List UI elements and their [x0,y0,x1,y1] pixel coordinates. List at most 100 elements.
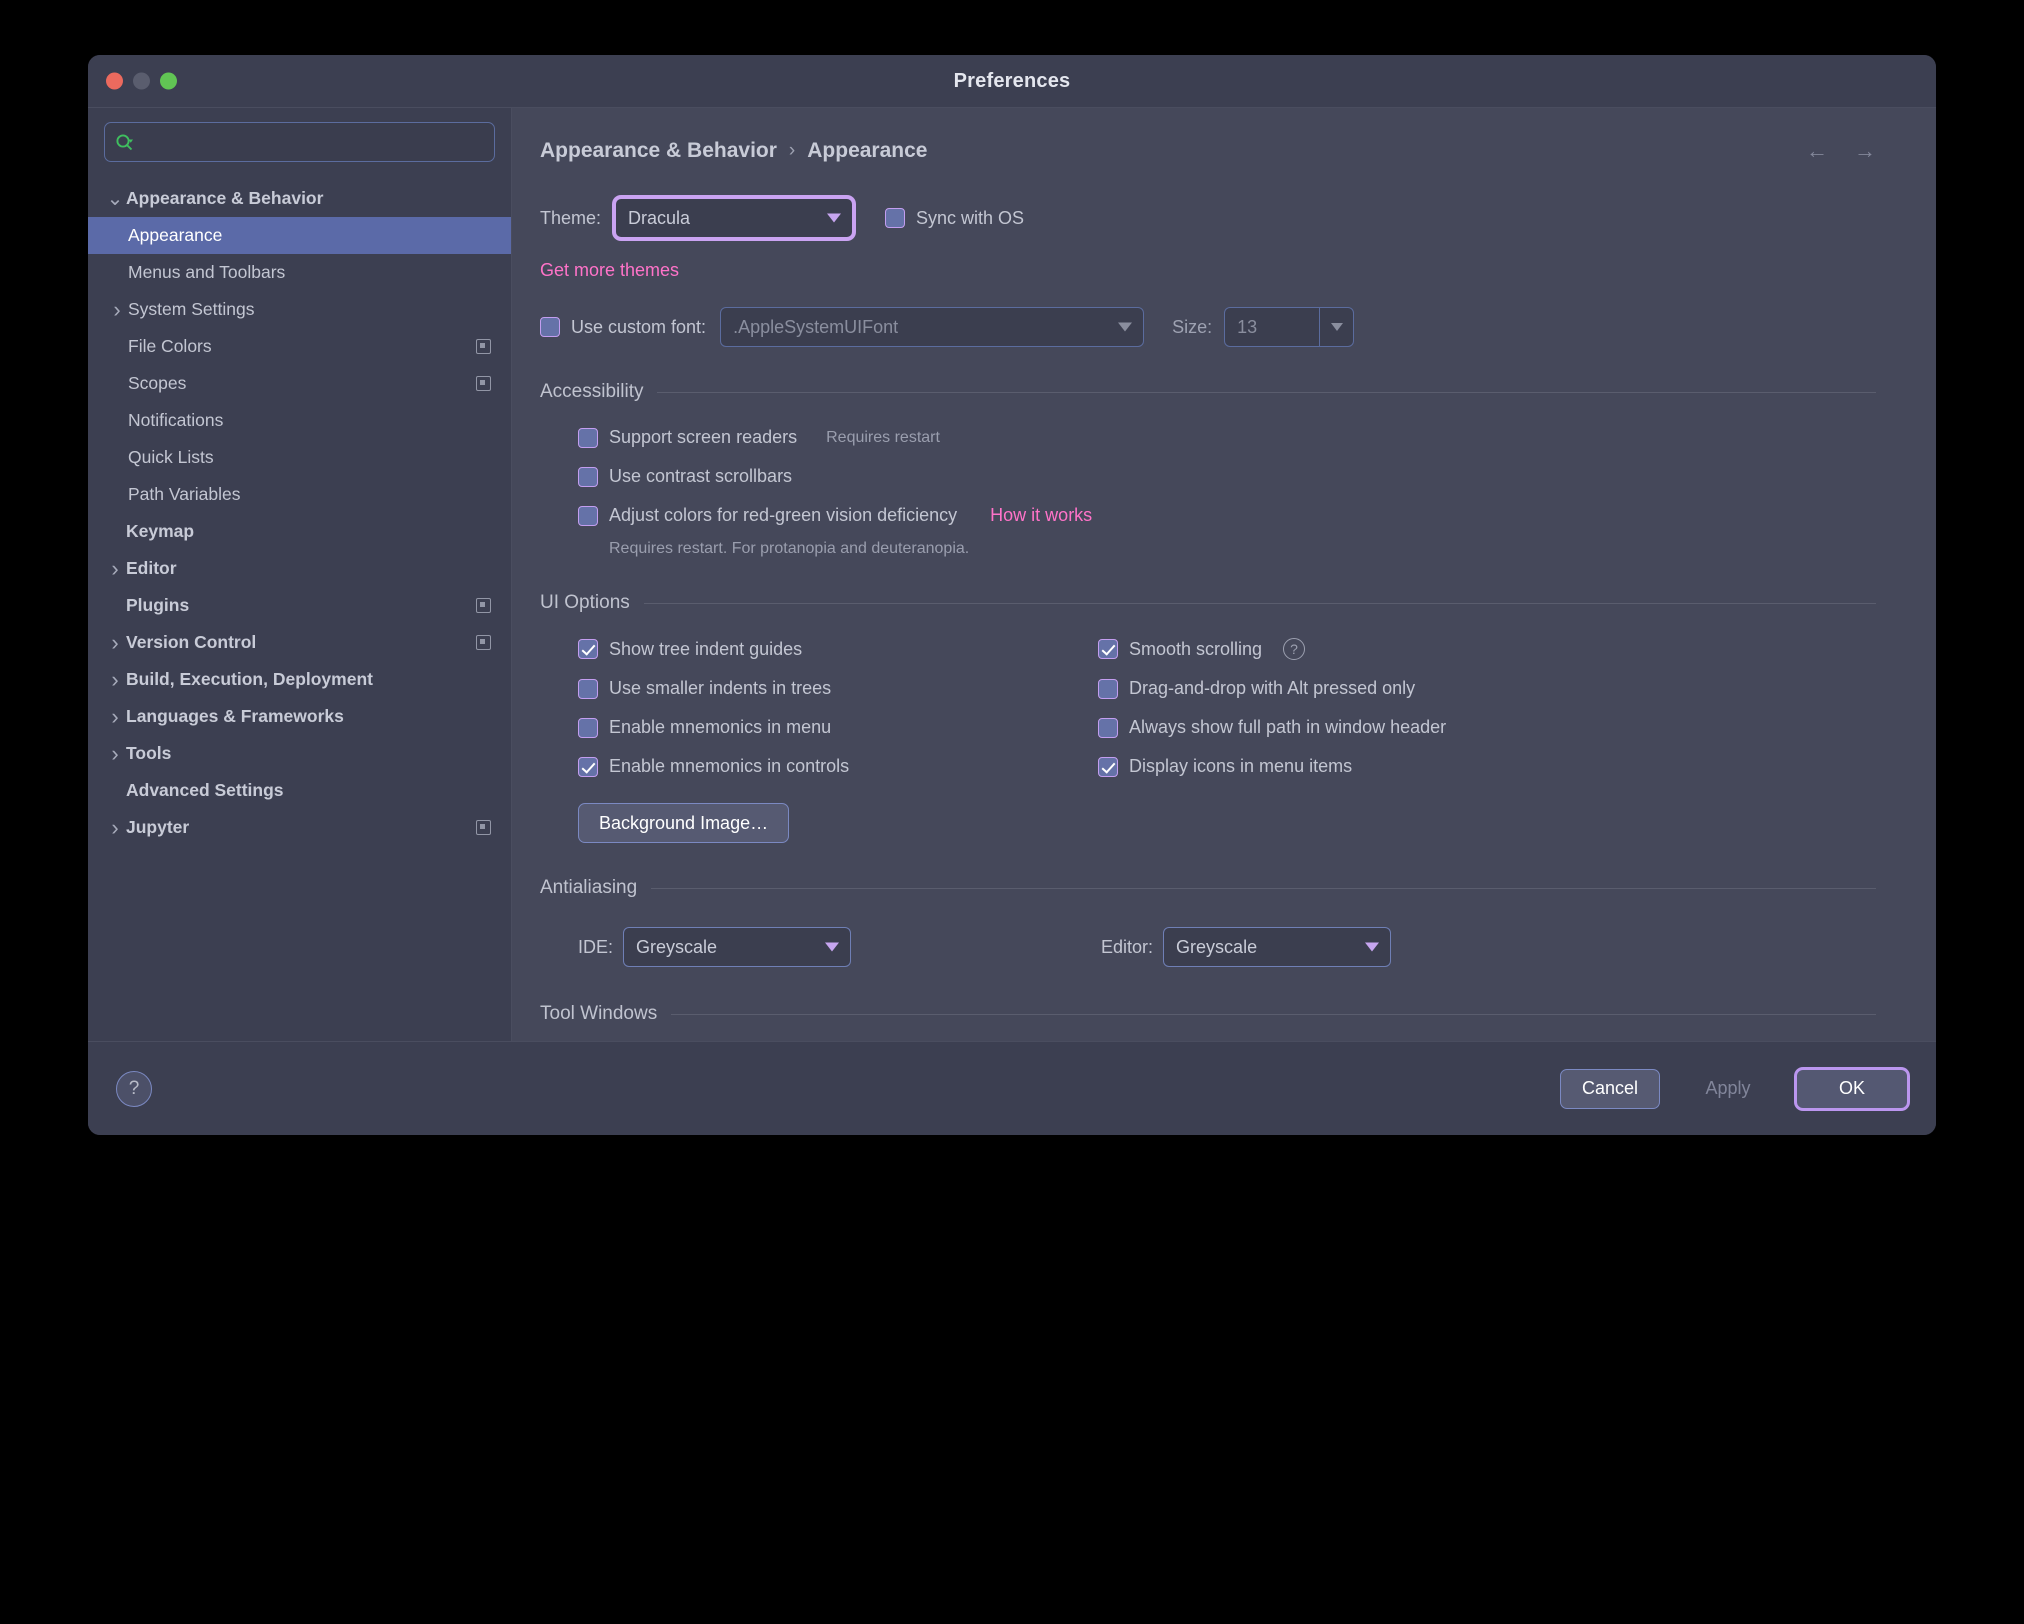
ui-option-checkbox[interactable] [578,679,598,699]
divider [657,392,1876,393]
get-more-themes-row: Get more themes [540,260,1876,281]
ui-option-checkbox[interactable] [1098,679,1118,699]
cancel-button[interactable]: Cancel [1560,1069,1660,1109]
footer-buttons: Cancel Apply OK [1560,1069,1908,1109]
ide-antialiasing-select[interactable]: Greyscale [623,927,851,967]
editor-antialiasing-group: Editor: Greyscale [1101,927,1391,967]
sidebar-item-build-execution-deployment[interactable]: ›Build, Execution, Deployment [88,661,511,698]
theme-select[interactable]: Dracula [615,198,853,238]
ui-option-checkbox[interactable] [578,718,598,738]
panel-badge-icon [476,598,491,613]
editor-antialiasing-select[interactable]: Greyscale [1163,927,1391,967]
help-question-icon[interactable]: ? [1283,638,1305,660]
title-bar: Preferences [88,55,1936,107]
window-title: Preferences [88,70,1936,93]
sidebar-item-file-colors[interactable]: File Colors [88,328,511,365]
breadcrumb-parent[interactable]: Appearance & Behavior [540,139,777,163]
ui-options-title: UI Options [540,592,630,614]
search-box[interactable] [104,122,495,162]
accessibility-checkbox[interactable] [578,506,598,526]
chevron-right-icon[interactable]: › [104,558,126,580]
font-size-value: 13 [1237,317,1257,338]
sidebar-item-label: Quick Lists [128,447,214,468]
sidebar-item-appearance-behavior[interactable]: ⌄Appearance & Behavior [88,180,511,217]
ui-option-row: Enable mnemonics in controls [578,756,1098,777]
sidebar-item-scopes[interactable]: Scopes [88,365,511,402]
ui-options-group-header: UI Options [540,592,1876,614]
sidebar-item-path-variables[interactable]: Path Variables [88,476,511,513]
sidebar-item-label: Keymap [126,521,194,542]
chevron-right-icon[interactable]: › [106,299,128,321]
minimize-button[interactable] [133,73,150,90]
sidebar-item-menus-and-toolbars[interactable]: Menus and Toolbars [88,254,511,291]
ui-option-checkbox[interactable] [578,639,598,659]
accessibility-checkbox[interactable] [578,428,598,448]
font-size-stepper[interactable] [1319,308,1353,346]
ui-option-label: Use smaller indents in trees [609,678,831,699]
sidebar-item-label: Appearance & Behavior [126,188,323,209]
ui-option-row: Enable mnemonics in menu [578,717,1098,738]
get-more-themes-link[interactable]: Get more themes [540,260,679,280]
forward-arrow-icon[interactable]: → [1854,140,1876,162]
use-custom-font-label: Use custom font: [571,317,706,338]
sidebar-item-advanced-settings[interactable]: Advanced Settings [88,772,511,809]
ui-option-row: Show tree indent guides [578,638,1098,660]
sidebar-item-label: Plugins [126,595,189,616]
sidebar-item-quick-lists[interactable]: Quick Lists [88,439,511,476]
ok-button[interactable]: OK [1796,1069,1908,1109]
ui-option-checkbox[interactable] [1098,639,1118,659]
search-input[interactable] [139,133,484,151]
sidebar-item-languages-frameworks[interactable]: ›Languages & Frameworks [88,698,511,735]
sidebar-item-editor[interactable]: ›Editor [88,550,511,587]
sidebar-item-plugins[interactable]: Plugins [88,587,511,624]
close-button[interactable] [106,73,123,90]
settings-sidebar: ⌄Appearance & Behavior Appearance Menus an… [88,108,512,1041]
sync-with-os-row[interactable]: Sync with OS [885,208,1024,229]
chevron-right-icon[interactable]: › [104,669,126,691]
accessibility-option-row: Adjust colors for red-green vision defic… [578,505,1876,526]
sidebar-item-label: System Settings [128,299,254,320]
sidebar-item-notifications[interactable]: Notifications [88,402,511,439]
apply-button[interactable]: Apply [1678,1069,1778,1109]
help-button[interactable]: ? [116,1071,152,1107]
sidebar-item-label: Appearance [128,225,222,246]
chevron-right-icon[interactable]: › [104,706,126,728]
panel-badge-icon [476,376,491,391]
sidebar-item-system-settings[interactable]: ›System Settings [88,291,511,328]
font-size-select[interactable]: 13 [1224,307,1354,347]
antialiasing-title: Antialiasing [540,877,637,899]
preferences-window: Preferences ⌄Appearance & BehaviorAppear [88,55,1936,1135]
sidebar-item-jupyter[interactable]: ›Jupyter [88,809,511,846]
chevron-right-icon[interactable]: › [104,743,126,765]
accessibility-group-header: Accessibility [540,381,1876,403]
sidebar-item-label: Menus and Toolbars [128,262,285,283]
theme-value: Dracula [628,208,690,229]
sync-with-os-checkbox[interactable] [885,208,905,228]
accessibility-checkbox[interactable] [578,467,598,487]
background-image-button[interactable]: Background Image… [578,803,789,843]
chevron-down-icon [1331,323,1343,331]
ui-option-row: Display icons in menu items [1098,756,1876,777]
use-custom-font-checkbox[interactable] [540,317,560,337]
chevron-down-icon [1365,943,1379,952]
chevron-right-icon[interactable]: › [104,817,126,839]
panel-badge-icon [476,635,491,650]
sidebar-item-label: Tools [126,743,171,764]
sidebar-item-appearance[interactable]: Appearance [88,217,511,254]
chevron-right-icon[interactable]: › [104,632,126,654]
chevron-down-icon[interactable]: ⌄ [104,195,126,203]
settings-tree: ⌄Appearance & Behavior Appearance Menus an… [88,178,511,846]
sidebar-item-label: File Colors [128,336,212,357]
how-it-works-link[interactable]: How it works [990,505,1092,526]
ui-option-checkbox[interactable] [1098,718,1118,738]
zoom-button[interactable] [160,73,177,90]
chevron-down-icon [827,214,841,223]
font-family-select[interactable]: .AppleSystemUIFont [720,307,1144,347]
sidebar-item-keymap[interactable]: Keymap [88,513,511,550]
back-arrow-icon[interactable]: ← [1806,140,1828,162]
ui-option-checkbox[interactable] [1098,757,1118,777]
ui-option-checkbox[interactable] [578,757,598,777]
sidebar-item-tools[interactable]: ›Tools [88,735,511,772]
sidebar-item-version-control[interactable]: ›Version Control [88,624,511,661]
sidebar-item-label: Jupyter [126,817,189,838]
